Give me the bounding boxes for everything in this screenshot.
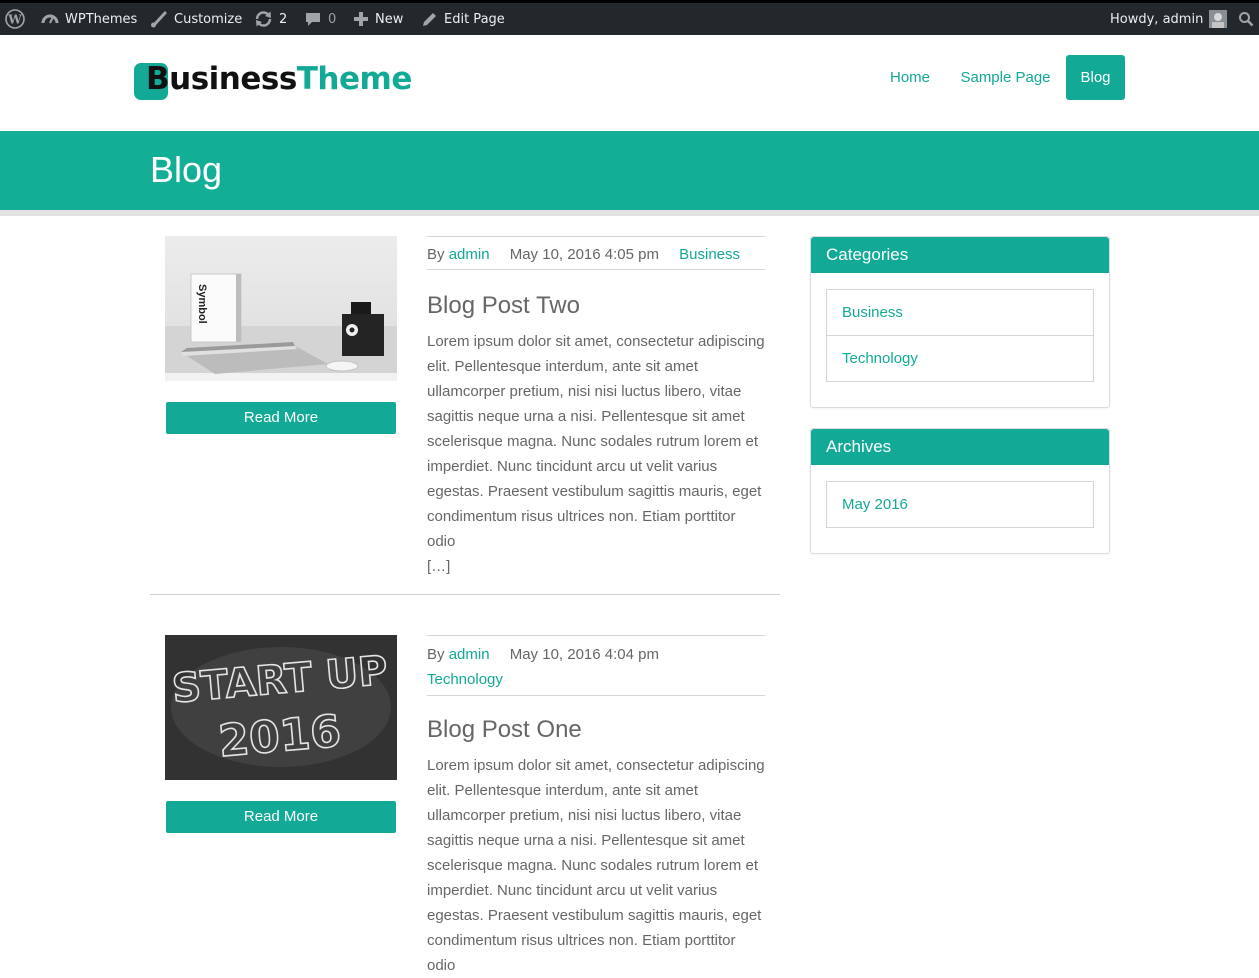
comments-count: 0 (328, 11, 337, 27)
category-link-business[interactable]: Business (827, 290, 1093, 335)
post-thumbnail[interactable]: Symbol 18 (165, 236, 397, 381)
post-meta: By admin May 10, 2016 4:04 pm Technology (427, 635, 765, 696)
read-more-button[interactable]: Read More (166, 801, 396, 833)
widget-title: Categories (811, 237, 1109, 273)
account-menu[interactable]: Howdy, admin (1110, 3, 1228, 35)
post-divider (150, 594, 780, 595)
customize-label: Customize (174, 11, 243, 27)
nav-item-blog[interactable]: Blog (1066, 55, 1125, 100)
excerpt-line: condimentum risus ultrices non. Etiam po… (427, 932, 736, 974)
updates-icon (255, 11, 272, 27)
excerpt-line: condimentum risus ultrices non. Etiam po… (427, 508, 736, 550)
archive-link-may-2016[interactable]: May 2016 (827, 482, 1093, 527)
post-category-link[interactable]: Business (679, 246, 740, 263)
new-content-link[interactable]: New (353, 3, 403, 35)
post-excerpt: Lorem ipsum dolor sit amet, consectetur … (427, 329, 765, 579)
post-category-link[interactable]: Technology (427, 667, 765, 692)
post-card: START UP 2016 Read More By admin May 10,… (150, 635, 780, 974)
excerpt-line: sagittis neque urna a nisi. Pellentesque… (427, 408, 745, 425)
post-by-label: By (427, 246, 445, 263)
excerpt-line: ullamcorper pretium, nisi nisi luctus li… (427, 383, 742, 400)
post-title[interactable]: Blog Post Two (427, 292, 580, 320)
excerpt-line: Lorem ipsum dolor sit amet, consectetur … (427, 757, 765, 774)
post-card: Symbol 18 Read More By admin May 10, 201… (150, 236, 780, 576)
updates-link[interactable]: 2 (254, 3, 287, 35)
excerpt-line: egestas. Praesent vestibulum sagittis ma… (427, 483, 762, 500)
excerpt-line: elit. Pellentesque interdum, ante sit am… (427, 358, 698, 375)
post-thumbnail[interactable]: START UP 2016 (165, 635, 397, 780)
excerpt-line: egestas. Praesent vestibulum sagittis ma… (427, 907, 762, 924)
archive-list: May 2016 (826, 481, 1094, 528)
plus-icon (354, 12, 368, 26)
logo-text-part2: Theme (296, 61, 413, 97)
comments-link[interactable]: 0 (304, 3, 336, 35)
new-label: New (375, 11, 404, 27)
excerpt-line: imperdiet. Nunc tincidunt arcu ut velit … (427, 882, 718, 899)
pencil-icon (423, 12, 436, 26)
categories-widget: Categories Business Technology (810, 236, 1110, 408)
search-icon[interactable] (1238, 3, 1254, 35)
post-author-link[interactable]: admin (449, 246, 490, 263)
site-header: BusinessTheme Home Sample Page Blog (0, 35, 1259, 131)
excerpt-line: scelerisque magna. Nunc sodales rutrum l… (427, 433, 758, 450)
post-meta: By admin May 10, 2016 4:05 pm Business (427, 236, 765, 270)
post-date: May 10, 2016 4:05 pm (509, 246, 659, 263)
edit-page-link[interactable]: Edit Page (421, 3, 505, 35)
nav-item-sample-page[interactable]: Sample Page (950, 55, 1061, 100)
site-name-label: WPThemes (65, 11, 138, 27)
avatar (1209, 10, 1228, 28)
excerpt-line: Lorem ipsum dolor sit amet, consectetur … (427, 333, 765, 350)
excerpt-line: imperdiet. Nunc tincidunt arcu ut velit … (427, 458, 718, 475)
category-link-technology[interactable]: Technology (827, 335, 1093, 381)
comment-bubble-icon (306, 12, 320, 26)
logo-text-part1: Business (146, 61, 297, 97)
page-title-banner: Blog (0, 131, 1259, 216)
wordpress-logo-icon[interactable]: W (5, 3, 25, 35)
greeting-label: Howdy, admin (1110, 11, 1204, 27)
archives-widget: Archives May 2016 (810, 428, 1110, 554)
chalkboard-year-text: 2016 (217, 706, 343, 767)
updates-count: 2 (279, 11, 288, 27)
post-title[interactable]: Blog Post One (427, 716, 582, 744)
excerpt-line: ullamcorper pretium, nisi nisi luctus li… (427, 807, 742, 824)
excerpt-line: elit. Pellentesque interdum, ante sit am… (427, 782, 698, 799)
read-more-button[interactable]: Read More (166, 402, 396, 434)
excerpt-line: […] (427, 558, 451, 575)
widget-title: Archives (811, 429, 1109, 465)
category-list: Business Technology (826, 289, 1094, 382)
page-title: Blog (150, 149, 223, 190)
logo-text: BusinessTheme (146, 61, 412, 97)
nav-item-home[interactable]: Home (881, 55, 939, 100)
svg-text:W: W (7, 13, 22, 27)
excerpt-line: scelerisque magna. Nunc sodales rutrum l… (427, 857, 758, 874)
site-name-link[interactable]: WPThemes (41, 3, 137, 35)
post-excerpt: Lorem ipsum dolor sit amet, consectetur … (427, 753, 765, 978)
post-by-label: By (427, 646, 445, 663)
post-author-link[interactable]: admin (449, 646, 490, 663)
paintbrush-icon (151, 11, 167, 28)
customize-link[interactable]: Customize (150, 3, 242, 35)
edit-page-label: Edit Page (444, 11, 505, 27)
dashboard-icon (41, 14, 59, 24)
book-cover-text: Symbol (196, 284, 208, 324)
admin-bar: W WPThemes Customize 2 0 New Edit Page H… (0, 0, 1259, 35)
post-date: May 10, 2016 4:04 pm (509, 646, 659, 663)
excerpt-line: sagittis neque urna a nisi. Pellentesque… (427, 832, 745, 849)
